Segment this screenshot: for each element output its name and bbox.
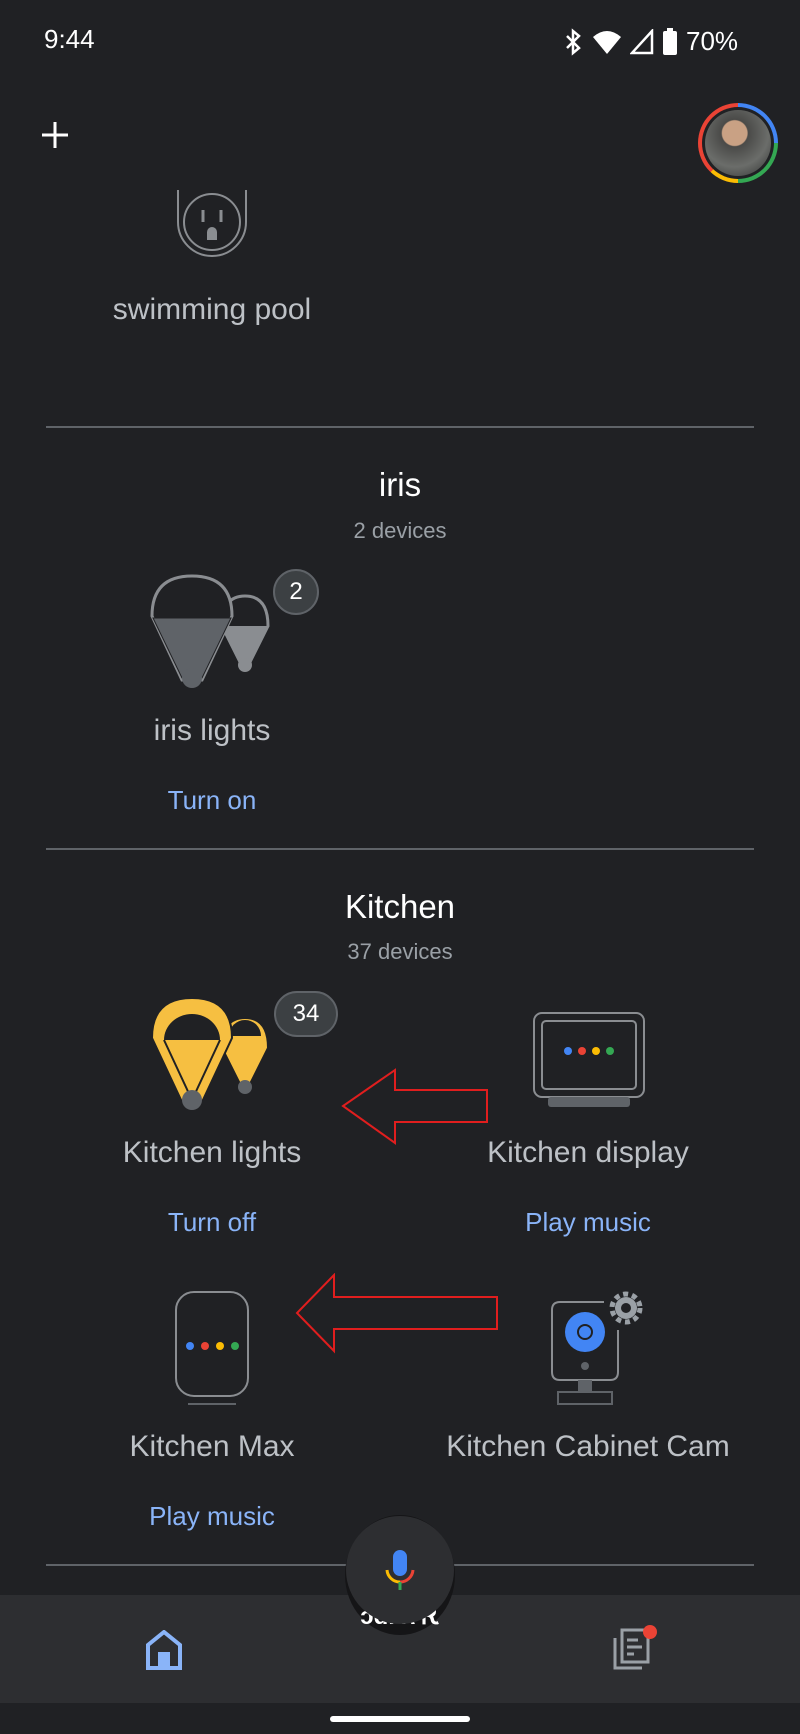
wifi-icon — [593, 30, 621, 54]
device-name[interactable]: Kitchen Cabinet Cam — [446, 1430, 729, 1464]
device-count-badge: 2 — [273, 569, 319, 615]
smart-speaker-icon — [175, 1291, 249, 1405]
microphone-icon — [385, 1550, 415, 1590]
battery-icon — [663, 27, 677, 55]
divider — [46, 848, 754, 850]
bluetooth-icon — [566, 27, 581, 56]
room-device-count: 37 devices — [347, 939, 453, 964]
divider — [46, 426, 754, 428]
play-music-button[interactable]: Play music — [149, 1501, 275, 1532]
plus-icon[interactable] — [40, 120, 70, 150]
room-title: Kitchen — [344, 888, 456, 925]
battery-level: 70% — [686, 26, 739, 56]
device-name[interactable]: Kitchen display — [487, 1136, 689, 1170]
gear-icon — [609, 1291, 643, 1325]
room-title: iris — [378, 466, 422, 503]
device-name[interactable]: iris lights — [154, 714, 271, 748]
device-name[interactable]: Kitchen lights — [123, 1136, 301, 1170]
annotation-arrow — [295, 1273, 498, 1354]
home-indicator[interactable] — [330, 1716, 470, 1722]
play-music-button[interactable]: Play music — [525, 1207, 651, 1238]
annotation-arrow — [341, 1068, 488, 1145]
outlet-icon — [177, 190, 247, 257]
camera-icon — [551, 1291, 643, 1405]
smart-display-icon — [533, 1012, 645, 1107]
light-bulbs-icon — [150, 574, 270, 688]
feed-icon[interactable] — [612, 1624, 658, 1672]
device-count-badge: 34 — [274, 991, 338, 1037]
device-name[interactable]: Kitchen Max — [129, 1430, 294, 1464]
status-icons: 70% — [562, 26, 738, 57]
signal-icon — [630, 28, 654, 54]
account-avatar[interactable] — [698, 103, 778, 183]
home-icon[interactable] — [145, 1630, 183, 1670]
turn-on-button[interactable]: Turn on — [168, 785, 257, 816]
room-device-count: 2 devices — [353, 518, 447, 543]
status-time: 9:44 — [44, 24, 95, 54]
assistant-mic-button[interactable] — [346, 1516, 454, 1624]
device-name[interactable]: swimming pool — [113, 293, 311, 327]
turn-off-button[interactable]: Turn off — [168, 1207, 256, 1238]
light-bulbs-icon — [150, 996, 270, 1110]
